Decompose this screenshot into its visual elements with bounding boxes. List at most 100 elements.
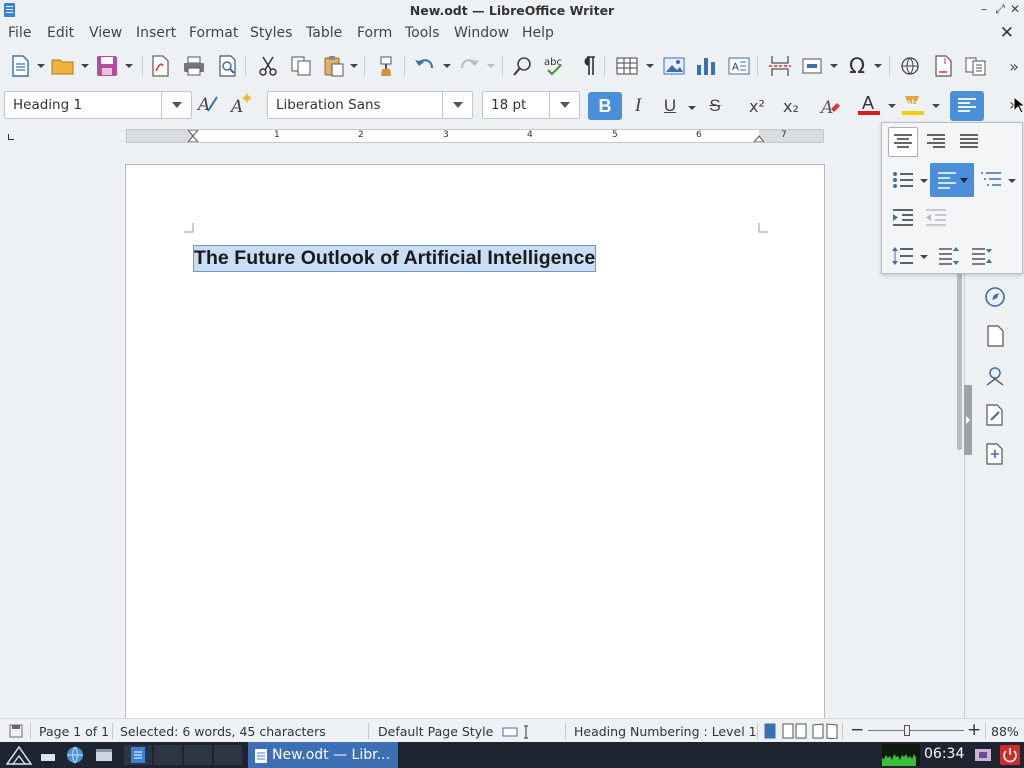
zoom-slider[interactable] [868, 730, 964, 731]
document-page[interactable]: The Future Outlook of Artificial Intelli… [125, 164, 825, 718]
workspace-3[interactable] [214, 745, 242, 765]
document-modified-icon[interactable] [9, 724, 23, 738]
redo-dropdown-arrow[interactable] [487, 64, 495, 68]
writer-launcher-icon[interactable] [124, 745, 152, 765]
book-view-icon[interactable] [812, 723, 838, 739]
bold-button[interactable]: B [588, 92, 622, 120]
outline-numbering[interactable]: Heading Numbering : Level 1 [574, 724, 757, 739]
new-dropdown-arrow[interactable] [37, 64, 45, 68]
show-desktop-icon[interactable] [38, 745, 58, 765]
menu-file[interactable]: File [8, 25, 31, 41]
redo-icon[interactable] [457, 54, 481, 78]
selection-mode-icon[interactable] [502, 725, 532, 739]
page-properties-icon[interactable] [983, 324, 1007, 348]
multi-page-view-icon[interactable] [782, 723, 808, 739]
save-dropdown-arrow[interactable] [125, 64, 133, 68]
menu-help[interactable]: Help [522, 25, 554, 41]
clear-formatting-icon[interactable]: A [818, 94, 842, 118]
ruler-bar[interactable]: 1 2 3 4 5 6 7 [126, 129, 824, 143]
design-icon[interactable] [983, 442, 1007, 466]
insert-comment-icon[interactable] [964, 54, 988, 78]
italic-button[interactable]: I [626, 92, 650, 120]
indent-marker-icon[interactable] [187, 130, 199, 142]
find-replace-icon[interactable] [511, 54, 535, 78]
tab-stop-icon[interactable] [8, 134, 14, 140]
insert-footnote-icon[interactable] [931, 54, 955, 78]
paste-dropdown-arrow[interactable] [350, 64, 358, 68]
spelling-icon[interactable]: abc [543, 54, 567, 78]
document-heading[interactable]: The Future Outlook of Artificial Intelli… [193, 245, 597, 272]
menu-edit[interactable]: Edit [47, 25, 74, 41]
align-center-button[interactable] [888, 127, 918, 157]
table-dropdown-arrow[interactable] [646, 64, 654, 68]
underline-dropdown-arrow[interactable] [688, 106, 696, 110]
line-spacing-dropdown-arrow[interactable] [920, 255, 928, 259]
font-color-dropdown-arrow[interactable] [888, 104, 896, 108]
formatting-marks-icon[interactable] [576, 54, 600, 78]
clone-formatting-icon[interactable] [374, 54, 398, 78]
insert-chart-icon[interactable] [694, 54, 718, 78]
open-folder-icon[interactable] [51, 54, 75, 78]
paragraph-style-combo[interactable]: Heading 1 [4, 91, 192, 119]
special-character-icon[interactable]: Ω [845, 54, 869, 78]
update-style-icon[interactable]: A [197, 92, 221, 116]
workspace-2[interactable] [184, 745, 212, 765]
menu-insert[interactable]: Insert [136, 25, 176, 41]
selection-count[interactable]: Selected: 6 words, 45 characters [120, 724, 326, 739]
font-name-combo[interactable]: Liberation Sans [267, 91, 473, 119]
decrease-indent-icon[interactable] [921, 203, 951, 233]
menu-format[interactable]: Format [189, 25, 238, 41]
taskbar-writer-window[interactable]: New.odt — Libr... [248, 742, 398, 768]
right-indent-marker-icon[interactable] [753, 130, 765, 142]
highlight-color-icon[interactable]: ab [901, 92, 925, 116]
zoom-in-button[interactable]: + [967, 720, 981, 740]
user-tray-icon[interactable] [974, 746, 992, 764]
zoom-slider-thumb[interactable] [904, 725, 910, 736]
power-button-icon[interactable] [1000, 745, 1020, 765]
paste-icon[interactable] [322, 54, 346, 78]
insert-table-icon[interactable] [615, 54, 639, 78]
list-dropdown-arrow[interactable] [920, 179, 928, 183]
print-preview-icon[interactable] [216, 54, 240, 78]
chevron-down-icon[interactable] [161, 92, 191, 118]
copy-icon[interactable] [289, 54, 313, 78]
menu-form[interactable]: Form [357, 25, 392, 41]
menu-styles[interactable]: Styles [250, 25, 292, 41]
menu-view[interactable]: View [89, 25, 122, 41]
taskbar-clock[interactable]: 06:34 [924, 746, 964, 762]
page-count[interactable]: Page 1 of 1 [39, 724, 109, 739]
start-menu-icon[interactable] [6, 745, 32, 765]
insert-image-icon[interactable] [662, 54, 686, 78]
menu-tools[interactable]: Tools [405, 25, 440, 41]
superscript-button[interactable]: x² [744, 92, 770, 120]
style-inspector-icon[interactable] [983, 364, 1007, 388]
align-left-button[interactable] [950, 91, 984, 121]
special-char-dropdown-arrow[interactable] [874, 64, 882, 68]
new-style-icon[interactable]: A [230, 92, 254, 116]
workspace-1[interactable] [154, 745, 182, 765]
manage-changes-icon[interactable] [983, 403, 1007, 427]
strikethrough-button[interactable]: S [704, 92, 726, 120]
new-document-icon[interactable] [8, 54, 32, 78]
single-page-view-icon[interactable] [763, 723, 777, 739]
file-manager-icon[interactable] [93, 745, 115, 765]
insert-textbox-icon[interactable]: A [727, 54, 751, 78]
increase-indent-icon[interactable] [888, 203, 918, 233]
toolbar-overflow-button[interactable]: » [1004, 54, 1024, 78]
scroll-thumb[interactable] [957, 270, 962, 450]
undo-icon[interactable] [413, 54, 437, 78]
line-spacing-icon[interactable] [888, 241, 918, 271]
maximize-button[interactable]: ⤢ [992, 2, 1008, 17]
undo-dropdown-arrow[interactable] [443, 64, 451, 68]
highlight-dropdown-arrow[interactable] [932, 104, 940, 108]
menu-window[interactable]: Window [454, 25, 509, 41]
font-color-icon[interactable]: A [857, 92, 881, 116]
outline-dropdown-arrow[interactable] [1008, 179, 1016, 183]
web-browser-icon[interactable] [64, 745, 86, 765]
underline-button[interactable]: U [659, 92, 681, 120]
chevron-down-icon[interactable] [442, 92, 472, 118]
chevron-down-icon[interactable] [549, 92, 579, 118]
justify-button[interactable] [954, 127, 984, 157]
unordered-list-icon[interactable] [888, 165, 918, 195]
export-pdf-icon[interactable] [148, 54, 172, 78]
